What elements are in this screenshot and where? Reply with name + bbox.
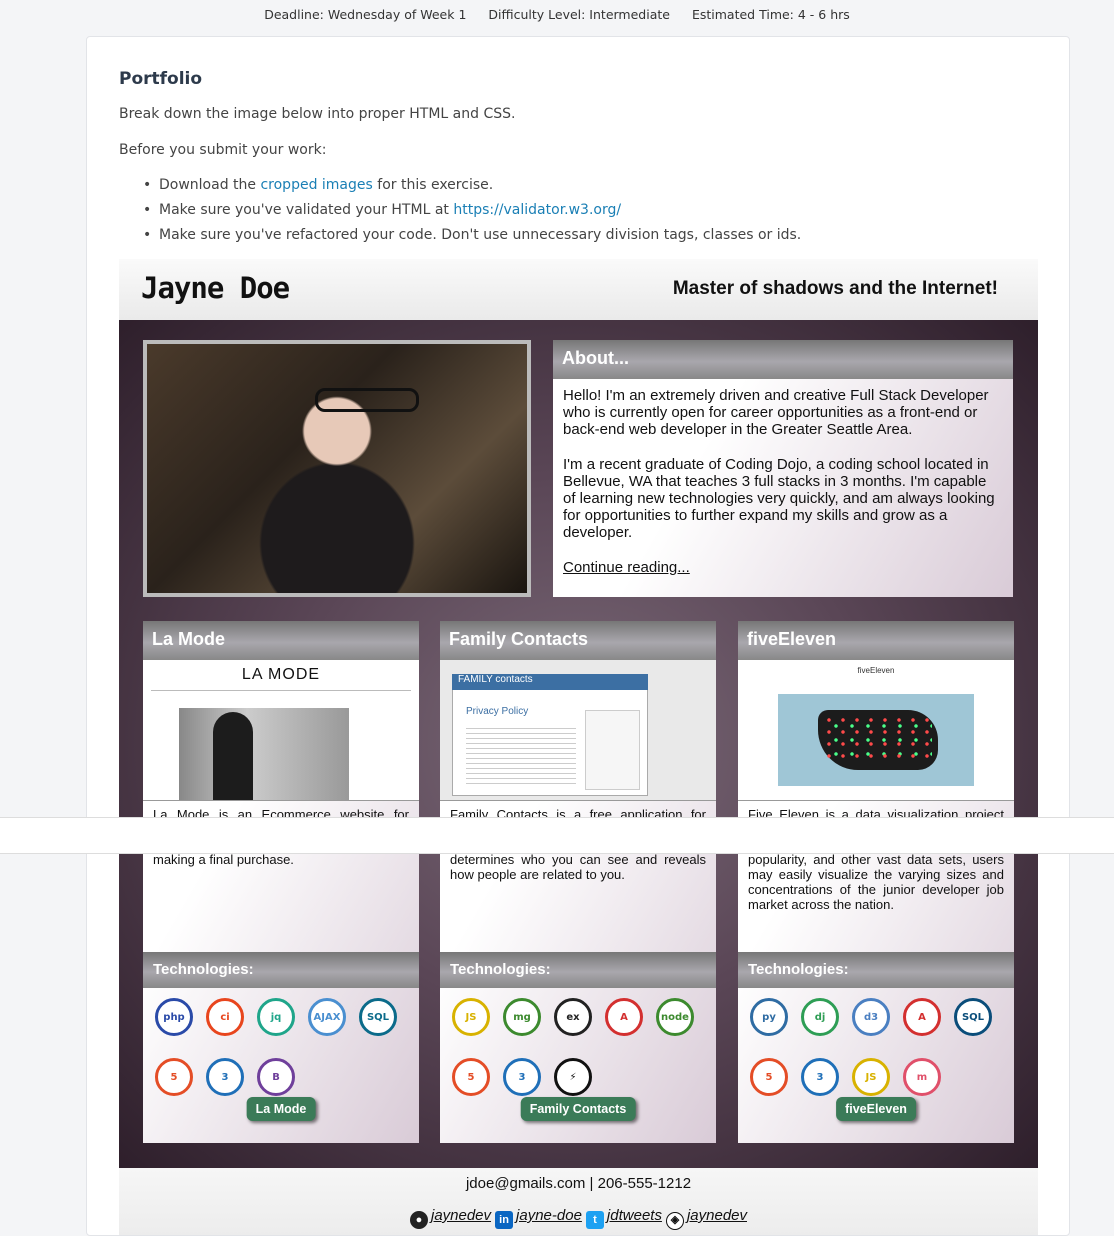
- sqlite-icon: SQL: [954, 998, 992, 1036]
- mongodb-icon: mg: [503, 998, 541, 1036]
- cropped-images-link[interactable]: cropped images: [260, 177, 372, 193]
- about-paragraph-2: I'm a recent graduate of Coding Dojo, a …: [563, 456, 995, 541]
- assignment-before-text: Before you submit your work:: [119, 142, 327, 158]
- javascript-icon: JS: [452, 998, 490, 1036]
- deadline-label: Deadline: Wednesday of Week 1: [264, 6, 467, 22]
- checklist-item: Make sure you've validated your HTML at …: [139, 202, 801, 227]
- python-icon: py: [750, 998, 788, 1036]
- validator-link[interactable]: https://validator.w3.org/: [453, 202, 621, 218]
- assignment-meta-bar: Deadline: Wednesday of Week 1 Difficulty…: [0, 0, 1114, 28]
- screenshot-heading: Privacy Policy: [466, 706, 529, 717]
- html5-icon: 5: [155, 1058, 193, 1096]
- profile-photo: [143, 340, 531, 597]
- twitter-link: jdtweets: [606, 1207, 662, 1224]
- codepen-link: jaynedev: [686, 1207, 747, 1224]
- socketio-icon: ⚡: [554, 1058, 592, 1096]
- bootstrap-icon: B: [257, 1058, 295, 1096]
- assignment-card: Portfolio Break down the image below int…: [86, 36, 1070, 1236]
- project-card-la-mode: La Mode LA MODE La Mode is an Ecommerce …: [143, 621, 419, 1143]
- twitter-icon: t: [585, 1211, 604, 1229]
- tech-icons: php ci jq AJAX SQL 5 3 B: [143, 988, 419, 1104]
- screenshot-seam: [0, 817, 1114, 854]
- assignment-title: Portfolio: [119, 69, 203, 89]
- project-card-family-contacts: Family Contacts FAMILY contacts Privacy …: [440, 621, 716, 1143]
- d3-icon: d3: [852, 998, 890, 1036]
- estimated-time-label: Estimated Time: 4 - 6 hrs: [691, 6, 850, 22]
- ajax-icon: AJAX: [308, 998, 346, 1036]
- jquery-icon: jq: [257, 998, 295, 1036]
- project-title: fiveEleven: [738, 621, 1014, 660]
- checklist-item: Make sure you've refactored your code. D…: [139, 227, 801, 252]
- mock-tagline: Master of shadows and the Internet!: [672, 278, 998, 299]
- javascript-icon: JS: [852, 1058, 890, 1096]
- about-paragraph-1: Hello! I'm an extremely driven and creat…: [563, 387, 989, 438]
- angular-icon: A: [605, 998, 643, 1036]
- technologies-title: Technologies:: [440, 952, 716, 988]
- technologies-title: Technologies:: [143, 952, 419, 988]
- family-contacts-button: Family Contacts: [520, 1097, 636, 1121]
- html5-icon: 5: [750, 1058, 788, 1096]
- css3-icon: 3: [206, 1058, 244, 1096]
- tech-icons: py dj d3 A SQL 5 3 JS m: [738, 988, 1014, 1104]
- mysql-icon: SQL: [359, 998, 397, 1036]
- linkedin-icon: in: [495, 1211, 514, 1229]
- codepen-icon: ◈: [665, 1212, 684, 1230]
- project-screenshot: fiveEleven: [738, 660, 1014, 801]
- checklist-item: Download the cropped images for this exe…: [139, 177, 801, 202]
- project-card-fiveeleven: fiveEleven fiveEleven Five Eleven is a d…: [738, 621, 1014, 1143]
- difficulty-label: Difficulty Level: Intermediate: [488, 6, 670, 22]
- codeigniter-icon: ci: [206, 998, 244, 1036]
- project-screenshot: LA MODE: [143, 660, 419, 801]
- tech-icons: JS mg ex A node 5 3 ⚡: [440, 988, 716, 1104]
- submission-checklist: Download the cropped images for this exe…: [139, 177, 801, 252]
- continue-reading-link: Continue reading...: [563, 559, 690, 576]
- css3-icon: 3: [503, 1058, 541, 1096]
- la-mode-button: La Mode: [246, 1097, 316, 1121]
- mock-header: Jayne Doe Master of shadows and the Inte…: [119, 259, 1038, 320]
- about-title: About...: [553, 340, 1013, 379]
- mock-footer: jdoe@gmails.com | 206-555-1212 ● jaynedev…: [119, 1168, 1038, 1235]
- screenshot-logo: FAMILY contacts: [452, 674, 648, 690]
- fiveeleven-button: fiveEleven: [836, 1097, 916, 1121]
- technologies-title: Technologies:: [738, 952, 1014, 988]
- project-title: Family Contacts: [440, 621, 716, 660]
- php-icon: php: [155, 998, 193, 1036]
- screenshot-logo: fiveEleven: [857, 666, 895, 675]
- screenshot-logo: LA MODE: [241, 666, 321, 683]
- github-link: jaynedev: [430, 1207, 492, 1224]
- django-icon: dj: [801, 998, 839, 1036]
- footer-social-links: ● jaynedev in jayne-doe t jdtweets ◈ jaynede…: [119, 1207, 1038, 1230]
- assignment-intro: Break down the image below into proper H…: [119, 106, 516, 122]
- angular-icon: A: [903, 998, 941, 1036]
- mock-name: Jayne Doe: [141, 271, 290, 305]
- project-title: La Mode: [143, 621, 419, 660]
- github-icon: ●: [409, 1211, 428, 1229]
- project-screenshot: FAMILY contacts Privacy Policy: [440, 660, 716, 801]
- css3-icon: 3: [801, 1058, 839, 1096]
- html5-icon: 5: [452, 1058, 490, 1096]
- portfolio-mockup-image: Jayne Doe Master of shadows and the Inte…: [119, 259, 1038, 1235]
- glasses-shape: [315, 388, 419, 412]
- nodejs-icon: node: [656, 998, 694, 1036]
- materialize-icon: m: [903, 1058, 941, 1096]
- footer-contact: jdoe@gmails.com | 206-555-1212: [465, 1175, 692, 1192]
- linkedin-link: jayne-doe: [516, 1207, 582, 1224]
- express-icon: ex: [554, 998, 592, 1036]
- mock-body: About... Hello! I'm an extremely driven …: [119, 320, 1038, 1168]
- about-panel: About... Hello! I'm an extremely driven …: [553, 340, 1013, 597]
